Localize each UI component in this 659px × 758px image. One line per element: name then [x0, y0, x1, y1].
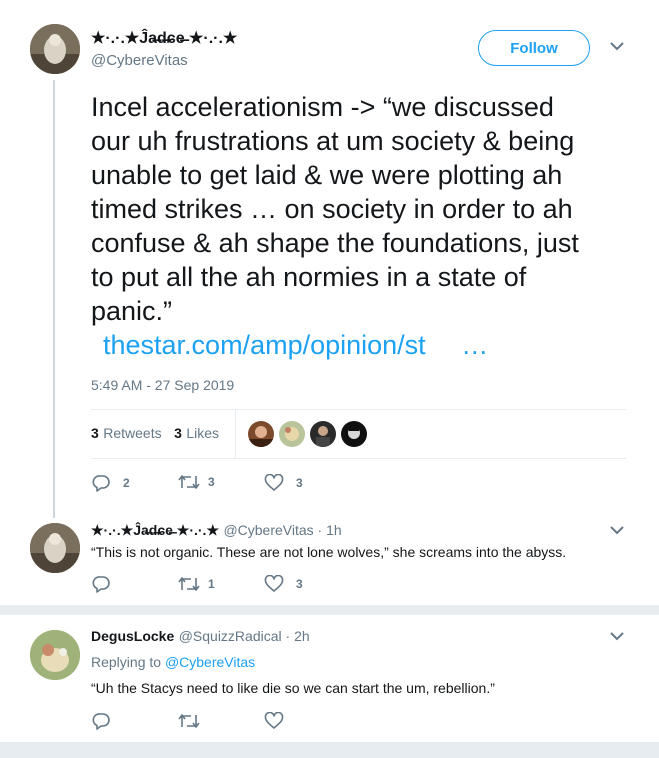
- author-handle[interactable]: @CybereVitas: [91, 52, 188, 69]
- reply-handle-time[interactable]: @CybereVitas · 1h: [223, 522, 341, 538]
- retweets-stat[interactable]: 3 Retweets: [91, 425, 166, 442]
- reply-count: 2: [123, 476, 130, 490]
- stats-separator: [235, 410, 236, 458]
- chevron-down-icon[interactable]: [610, 42, 624, 51]
- like-icon: [264, 575, 284, 593]
- likes-count: 3: [174, 425, 182, 441]
- retweet-icon: [178, 576, 200, 592]
- retweets-count: 3: [91, 425, 99, 441]
- follow-button-label: Follow: [510, 39, 558, 57]
- retweet-action[interactable]: 3: [178, 474, 215, 490]
- reply-action[interactable]: [91, 575, 111, 593]
- tweet-link-ellipsis[interactable]: …: [461, 330, 488, 360]
- replying-to-prefix: Replying to: [91, 654, 165, 670]
- section-separator: [0, 605, 659, 615]
- like-action[interactable]: [264, 712, 284, 730]
- likes-label: Likes: [186, 425, 219, 441]
- likes-stat[interactable]: 3 Likes: [174, 425, 219, 442]
- chevron-down-icon[interactable]: [610, 526, 624, 535]
- tweet-link[interactable]: thestar.com/amp/opinion/st: [103, 330, 426, 360]
- tweet-text-line: to put all the ah normies in a state of: [91, 262, 527, 292]
- tweet-text-line: our uh frustrations at um society & bein…: [91, 126, 575, 156]
- tweet-text: Incel accelerationism -> “we discussed o…: [91, 90, 636, 362]
- chevron-down-icon[interactable]: [610, 632, 624, 641]
- replying-to: Replying to @CybereVitas: [91, 654, 255, 670]
- avatar[interactable]: [341, 421, 367, 447]
- reply-header: ★·.·.★Ĵa̶d̶ɕe̶ ★·.·.★ @CybereVitas · 1h: [91, 522, 342, 540]
- reply-avatar[interactable]: [30, 523, 80, 573]
- tweet-text-line: panic.”: [91, 296, 173, 326]
- avatar[interactable]: [310, 421, 336, 447]
- reply-handle-time[interactable]: @SquizzRadical · 2h: [179, 628, 310, 644]
- like-icon: [264, 712, 284, 730]
- like-count: 3: [296, 577, 303, 591]
- retweet-action[interactable]: [178, 713, 200, 729]
- reply-header: DegusLocke @SquizzRadical · 2h: [91, 628, 310, 646]
- like-action[interactable]: 3: [264, 474, 303, 492]
- tweet-timestamp[interactable]: 5:49 AM - 27 Sep 2019: [91, 377, 234, 393]
- reply-icon: [91, 575, 111, 593]
- retweet-icon: [178, 474, 200, 490]
- follow-button[interactable]: Follow: [478, 30, 590, 66]
- section-separator: [0, 742, 659, 758]
- like-count: 3: [296, 476, 303, 490]
- thread-line: [53, 80, 55, 518]
- divider: [91, 409, 626, 410]
- like-action[interactable]: 3: [264, 575, 303, 593]
- reply-icon: [91, 712, 111, 730]
- tweet-text-line: confuse & ah shape the foundations, just: [91, 228, 579, 258]
- reply-avatar[interactable]: [30, 630, 80, 680]
- reply-text: “This is not organic. These are not lone…: [91, 544, 567, 560]
- divider: [91, 458, 626, 459]
- author-avatar[interactable]: [30, 24, 80, 74]
- tweet-text-line: unable to get laid & we were plotting ah: [91, 160, 563, 190]
- avatar[interactable]: [279, 421, 305, 447]
- like-icon: [264, 474, 284, 492]
- reply-text: “Uh the Stacys need to like die so we ca…: [91, 680, 495, 696]
- retweet-action[interactable]: 1: [178, 576, 215, 592]
- liker-avatars: [248, 421, 367, 447]
- retweets-label: Retweets: [103, 425, 162, 441]
- author-display-name[interactable]: ★·.·.★Ĵa̶d̶ɕe̶ ★·.·.★: [91, 28, 237, 48]
- tweet-text-line: timed strikes … on society in order to a…: [91, 194, 573, 224]
- tweet-text-line: Incel accelerationism -> “we discussed: [91, 92, 554, 122]
- retweet-count: 3: [208, 475, 215, 489]
- retweet-icon: [178, 713, 200, 729]
- retweet-count: 1: [208, 577, 215, 591]
- reply-action[interactable]: 2: [91, 474, 130, 492]
- avatar[interactable]: [248, 421, 274, 447]
- reply-display-name[interactable]: DegusLocke: [91, 628, 174, 644]
- reply-action[interactable]: [91, 712, 111, 730]
- tweet-stats: 3 Retweets 3 Likes: [91, 425, 219, 443]
- tweet-link-line: thestar.com/amp/opinion/st …: [91, 328, 636, 362]
- replying-to-handle[interactable]: @CybereVitas: [165, 654, 255, 670]
- reply-icon: [91, 474, 111, 492]
- reply-display-name[interactable]: ★·.·.★Ĵa̶d̶ɕe̶ ★·.·.★: [91, 522, 219, 538]
